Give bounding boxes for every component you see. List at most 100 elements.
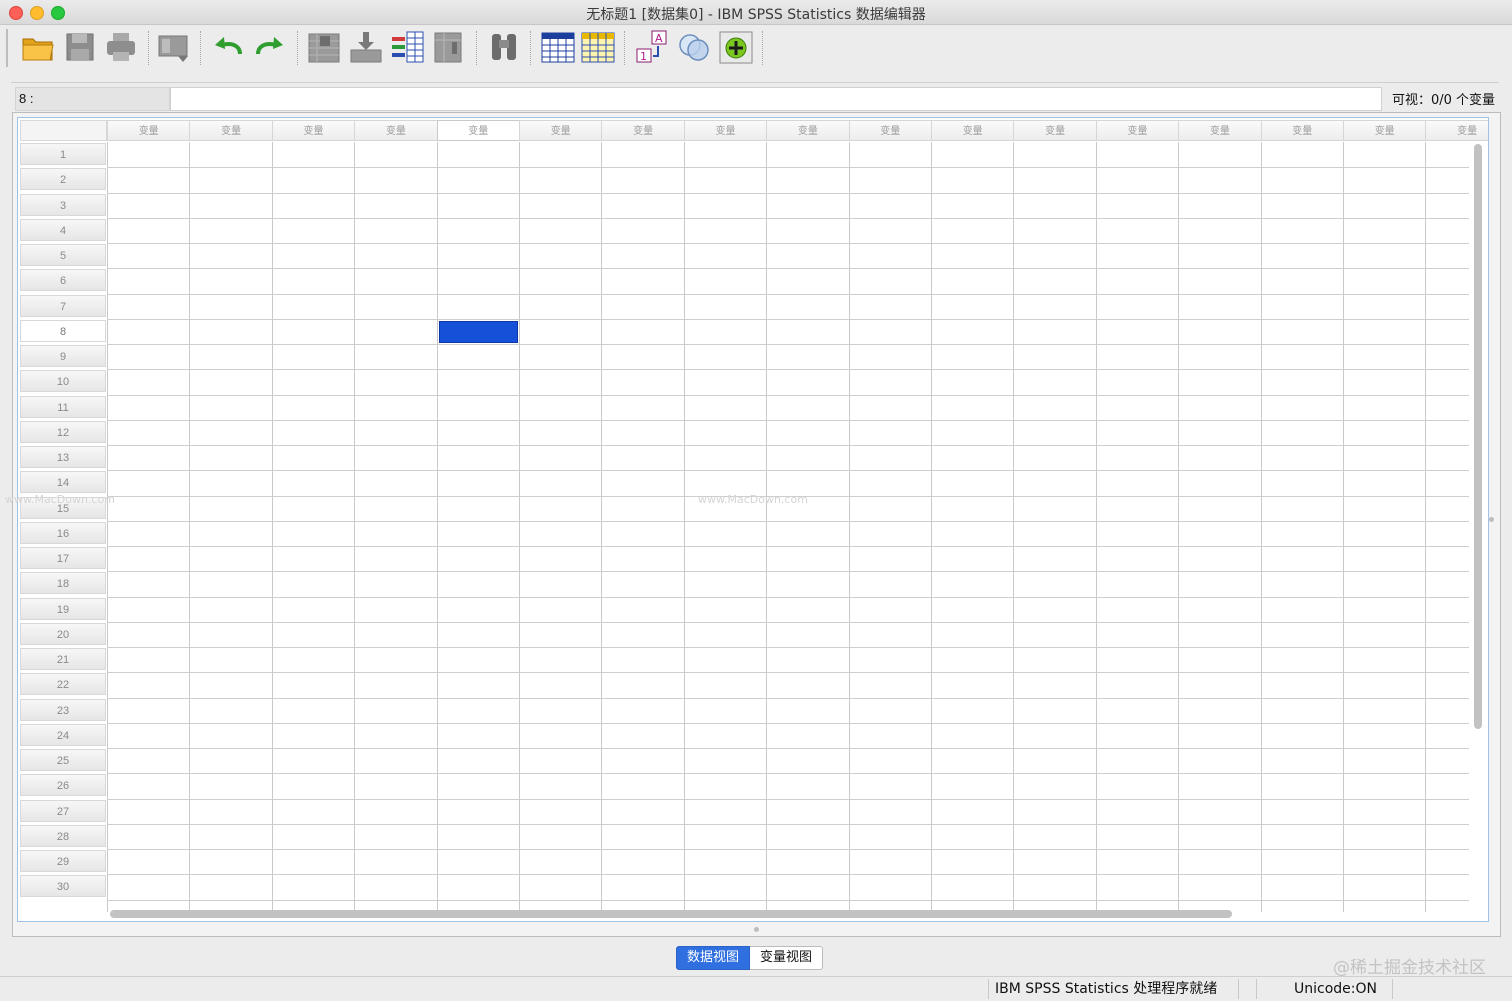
svg-text:A: A — [655, 32, 663, 45]
row-header[interactable]: 29 — [20, 850, 106, 872]
insert-cases-icon[interactable] — [540, 28, 576, 66]
split-handle[interactable] — [754, 927, 759, 932]
row-header[interactable]: 10 — [20, 370, 106, 393]
grid-column-line — [683, 142, 685, 912]
row-header[interactable]: 21 — [20, 648, 106, 670]
processor-status: IBM SPSS Statistics 处理程序就绪 — [995, 981, 1218, 997]
toolbar-separator — [762, 31, 763, 65]
tab-data-view[interactable]: 数据视图 — [676, 946, 751, 970]
grid-column-line — [766, 142, 768, 912]
row-header[interactable]: 3 — [20, 193, 106, 216]
grid-column-line — [1343, 142, 1344, 912]
select-cases-icon[interactable] — [676, 28, 712, 66]
row-header[interactable]: 6 — [20, 269, 106, 292]
insert-variable-icon[interactable] — [580, 28, 616, 66]
grid-row-line — [107, 647, 1469, 648]
column-header[interactable]: 变量 — [1095, 120, 1180, 141]
row-header[interactable]: 2 — [20, 168, 106, 191]
svg-text:1: 1 — [640, 50, 647, 63]
row-header[interactable]: 5 — [20, 244, 106, 266]
data-grid[interactable]: 变量 变量 变量 变量 变量 变量 变量 变量 变量 变量 变量 变量 变量 变量 变量 变量 变量 1 2 3 4 5 6… — [17, 117, 1489, 922]
print-icon[interactable] — [103, 28, 139, 66]
row-header[interactable]: 17 — [20, 547, 106, 569]
column-header[interactable]: 变量 — [1013, 120, 1097, 141]
grid-corner[interactable] — [20, 120, 107, 141]
column-header[interactable]: 变量 — [189, 120, 273, 141]
row-header[interactable]: 20 — [20, 622, 106, 645]
recall-dialog-icon[interactable] — [156, 28, 192, 66]
row-header[interactable]: 19 — [20, 597, 106, 620]
row-header[interactable]: 26 — [20, 774, 106, 797]
use-variable-sets-icon[interactable] — [718, 28, 754, 66]
grid-column-line — [519, 142, 520, 912]
watermark: www.MacDown.com — [698, 493, 808, 506]
row-header[interactable]: 28 — [20, 824, 106, 847]
column-header[interactable]: 变量 — [683, 120, 768, 141]
row-header[interactable]: 30 — [20, 875, 106, 898]
column-header[interactable]: 变量 — [519, 120, 603, 141]
goto-variable-icon[interactable] — [348, 28, 384, 66]
column-header[interactable]: 变量 — [766, 120, 850, 141]
row-header[interactable]: 12 — [20, 420, 106, 443]
row-header[interactable]: 13 — [20, 446, 106, 468]
brand-watermark: @稀土掘金技术社区 — [1333, 958, 1486, 978]
vertical-scrollbar[interactable] — [1474, 144, 1482, 729]
row-header[interactable]: 9 — [20, 345, 106, 367]
split-file-icon[interactable]: A1 — [634, 28, 670, 66]
row-header[interactable]: 22 — [20, 673, 106, 696]
redo-icon[interactable] — [252, 28, 288, 66]
unicode-status: Unicode:ON — [1294, 981, 1377, 997]
variables-icon[interactable] — [390, 28, 426, 66]
row-header[interactable]: 25 — [20, 749, 106, 771]
grid-row-line — [107, 369, 1469, 371]
tab-variable-view[interactable]: 变量视图 — [750, 946, 824, 970]
row-header[interactable]: 18 — [20, 572, 106, 595]
title-bar: 无标题1 [数据集0] - IBM SPSS Statistics 数据编辑器 — [0, 0, 1512, 25]
column-header[interactable]: 变量 — [848, 120, 932, 141]
toolbar-grip[interactable] — [6, 29, 8, 67]
find-icon[interactable] — [486, 28, 522, 66]
toolbar-separator — [297, 31, 298, 65]
horizontal-scrollbar[interactable] — [110, 910, 1232, 918]
row-header[interactable]: 24 — [20, 723, 106, 746]
column-header[interactable]: 变量 — [1260, 120, 1344, 141]
column-header[interactable]: 变量 — [931, 120, 1015, 141]
column-header[interactable]: 变量 — [436, 120, 520, 141]
column-header[interactable]: 变量 — [601, 120, 685, 141]
column-header[interactable]: 变量 — [271, 120, 356, 141]
grid-row-line — [107, 445, 1469, 446]
selected-cell[interactable] — [438, 320, 518, 343]
column-header[interactable]: 变量 — [1178, 120, 1262, 141]
row-header[interactable]: 4 — [20, 218, 106, 241]
grid-column-line — [354, 142, 356, 912]
row-header[interactable]: 11 — [20, 395, 106, 418]
grid-row-line — [107, 167, 1469, 169]
grid-column-line — [848, 142, 850, 912]
cell-editor-bar: 8 : 可视：0/0 个变量 — [11, 82, 1499, 113]
row-header[interactable]: 14 — [20, 471, 106, 494]
save-icon[interactable] — [62, 28, 98, 66]
column-header[interactable]: 变量 — [354, 120, 438, 141]
grid-column-line — [1260, 142, 1262, 912]
grid-row-line — [107, 470, 1469, 472]
grid-column-line — [271, 142, 273, 912]
row-header[interactable]: 23 — [20, 698, 106, 721]
row-header[interactable]: 1 — [20, 143, 106, 165]
grid-column-line — [1095, 142, 1097, 912]
column-header[interactable]: 变量 — [1343, 120, 1427, 141]
cell-value-field[interactable] — [170, 87, 1382, 111]
row-header[interactable]: 16 — [20, 521, 106, 544]
row-header[interactable]: 7 — [20, 294, 106, 317]
grid-row-line — [107, 192, 1469, 194]
undo-icon[interactable] — [210, 28, 246, 66]
column-header[interactable]: 变量 — [1425, 120, 1488, 141]
row-header[interactable]: 27 — [20, 799, 106, 822]
goto-case-icon[interactable] — [306, 28, 342, 66]
grid-row-line — [107, 268, 1469, 270]
grid-column-line — [1178, 142, 1180, 912]
column-header[interactable]: 变量 — [107, 120, 191, 141]
run-descriptives-icon[interactable] — [432, 28, 468, 66]
split-handle[interactable] — [1489, 517, 1494, 522]
row-header[interactable]: 8 — [20, 319, 106, 342]
open-data-document-icon[interactable] — [20, 28, 56, 66]
